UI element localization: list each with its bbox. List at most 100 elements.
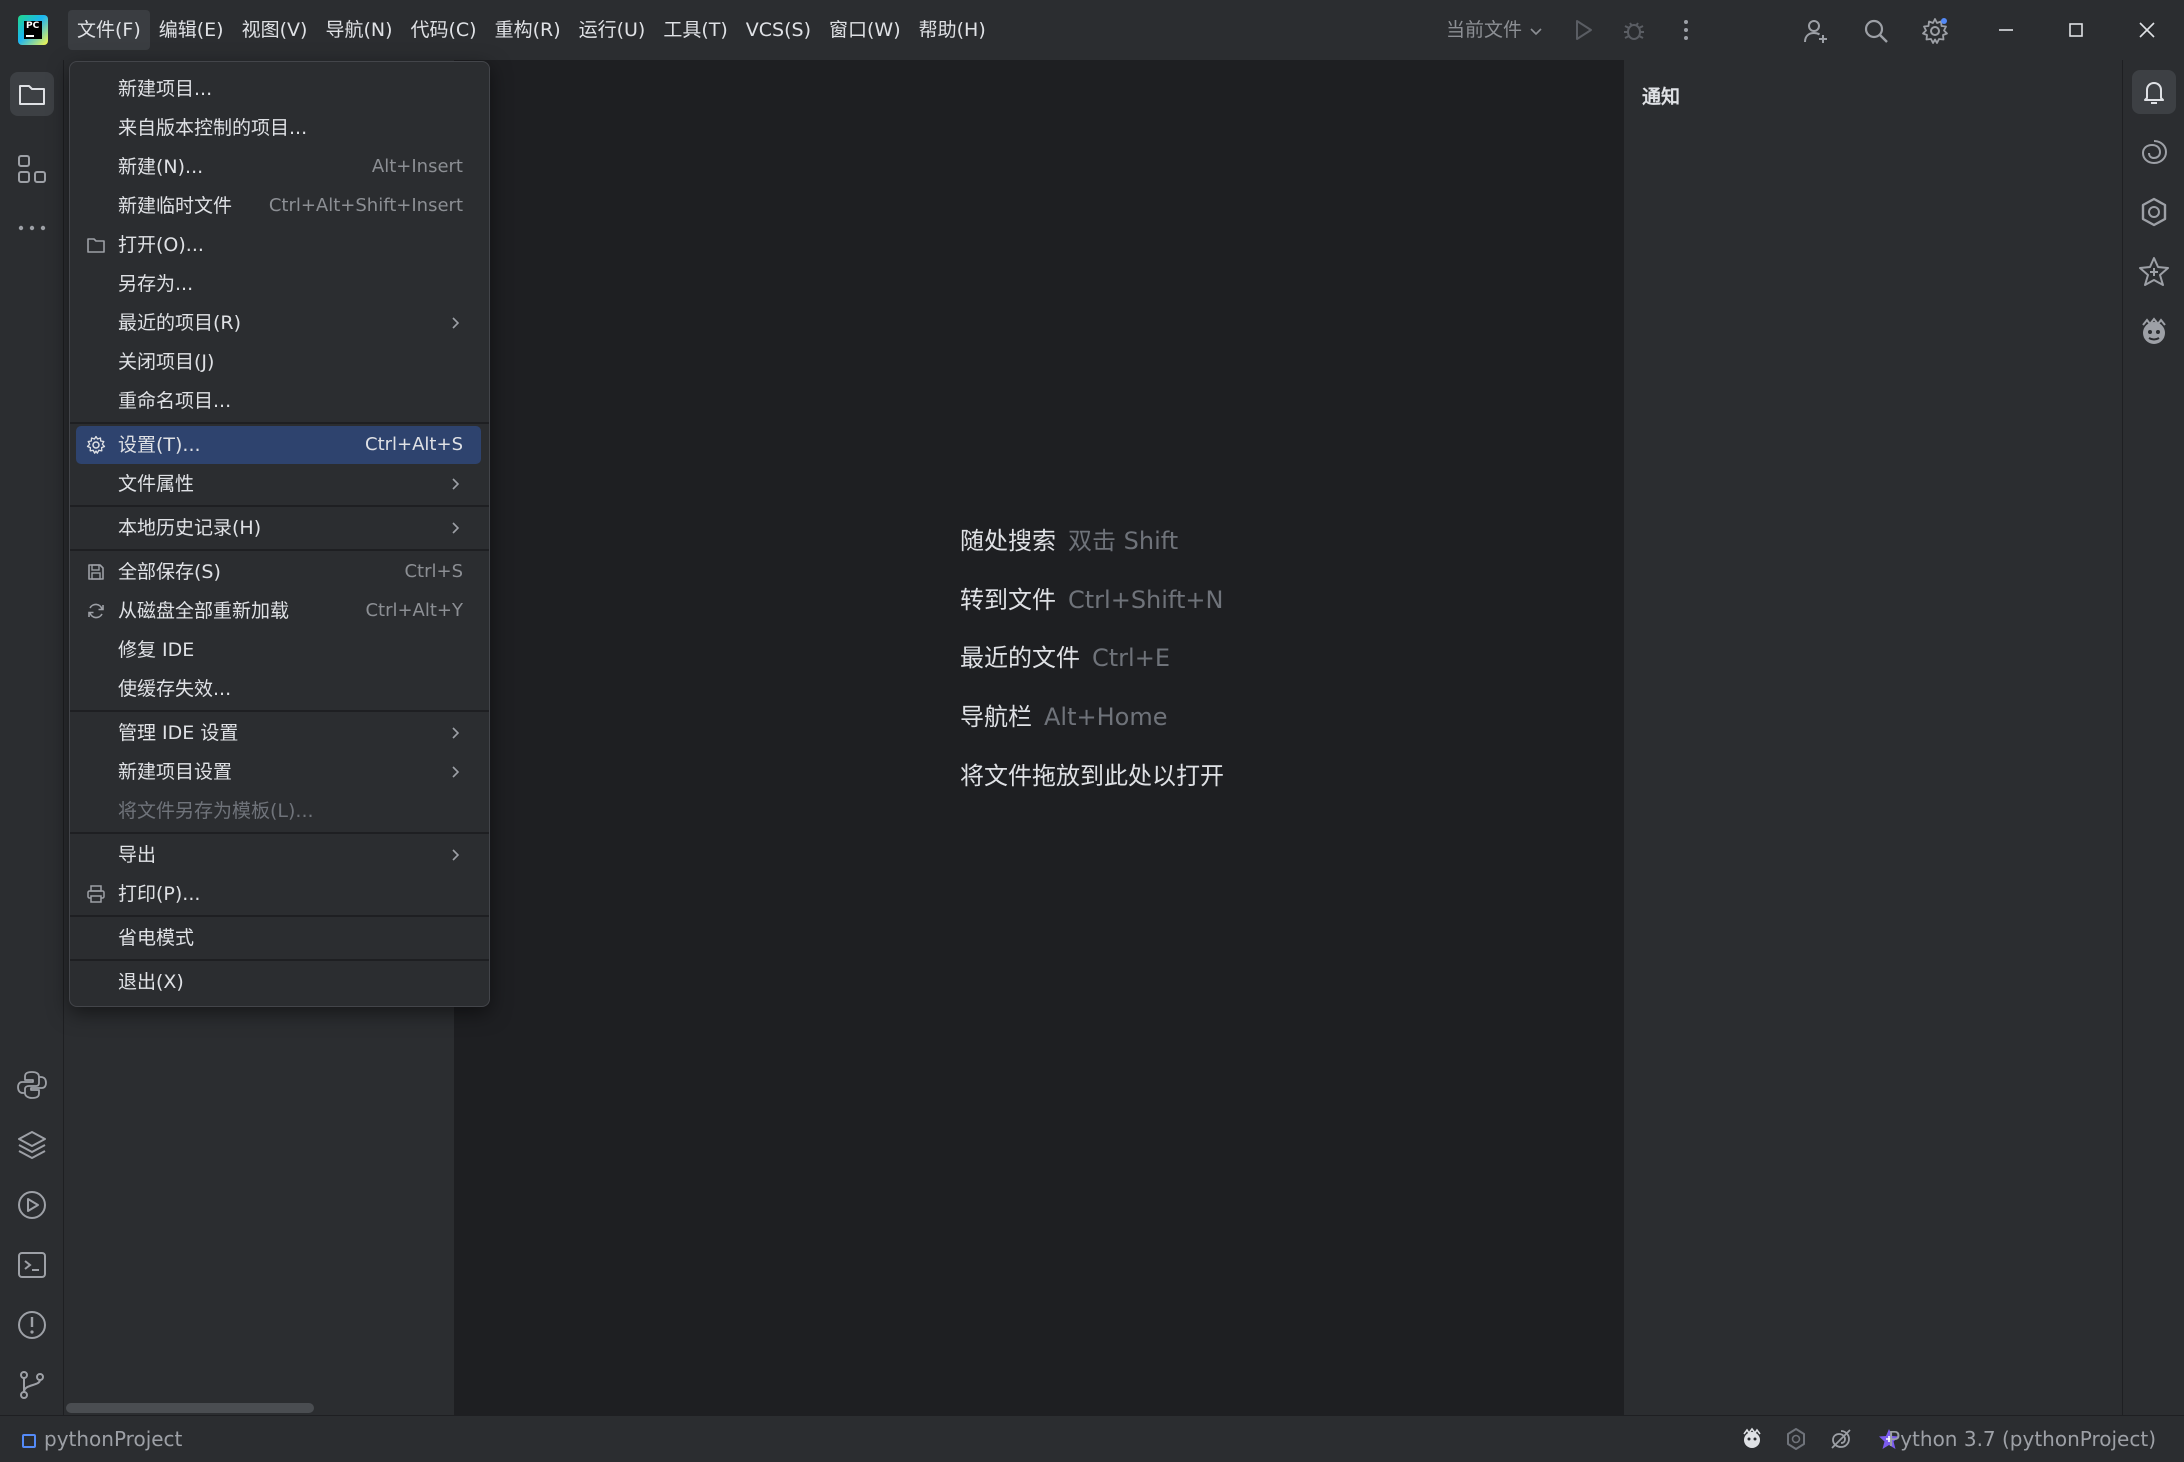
run-config-selector[interactable]: 当前文件 — [1446, 10, 1544, 50]
menu-separator — [70, 832, 489, 834]
status-bar: pythonProject Python 3.7 (pythonProject) — [0, 1415, 2184, 1462]
terminal-icon[interactable] — [15, 1248, 49, 1282]
copilot-star-icon[interactable] — [2137, 255, 2171, 289]
more-actions-icon[interactable] — [1673, 17, 1699, 43]
menu-separator — [70, 959, 489, 961]
file-menu-new-project[interactable]: 新建项目... — [76, 70, 481, 108]
menu-item-label: 来自版本控制的项目... — [118, 117, 308, 139]
file-menu-new-scratch-file[interactable]: 新建临时文件 Ctrl+Alt+Shift+Insert — [76, 187, 481, 225]
menu-item-label: 新建项目... — [118, 78, 213, 100]
file-menu-file-properties[interactable]: 文件属性 — [76, 465, 481, 503]
status-project-widget[interactable]: pythonProject — [22, 1416, 182, 1462]
hint-recent-files: 最近的文件 Ctrl+E — [960, 638, 1170, 673]
menu-item-label: 省电模式 — [118, 927, 195, 949]
menu-item-label: 新建(N)... — [118, 156, 204, 178]
chevron-down-icon — [1528, 23, 1544, 39]
left-tool-strip — [0, 60, 64, 1415]
hint-shortcut: 双击 Shift — [1068, 527, 1179, 555]
file-menu-settings[interactable]: 设置(T)... Ctrl+Alt+S — [76, 426, 481, 464]
file-menu-invalidate-caches[interactable]: 使缓存失效... — [76, 670, 481, 708]
hint-label: 导航栏 — [960, 703, 1032, 731]
debug-icon[interactable] — [1621, 17, 1647, 43]
pycharm-logo-icon[interactable]: PC — [18, 15, 48, 45]
python-interpreter-selector[interactable]: Python 3.7 (pythonProject) — [1888, 1416, 2156, 1462]
file-menu-new[interactable]: 新建(N)... Alt+Insert — [76, 148, 481, 186]
minimize-icon[interactable] — [1991, 15, 2021, 45]
menu-code[interactable]: 代码(C) — [401, 10, 485, 50]
menu-item-label: 文件属性 — [118, 473, 195, 495]
file-menu-close-project[interactable]: 关闭项目(J) — [76, 343, 481, 381]
settings-gear-icon[interactable] — [1921, 17, 1949, 45]
chevron-right-icon — [447, 847, 463, 863]
menu-item-label: 关闭项目(J) — [118, 351, 215, 373]
menu-item-label: 新建临时文件 — [118, 195, 233, 217]
maximize-icon[interactable] — [2061, 15, 2091, 45]
mascot-face-icon[interactable] — [2137, 315, 2171, 349]
plugin-hexagon-icon[interactable] — [2137, 195, 2171, 229]
menu-item-label: 从磁盘全部重新加载 — [118, 600, 290, 622]
services-run-icon[interactable] — [15, 1188, 49, 1222]
menu-run[interactable]: 运行(U) — [570, 10, 655, 50]
menu-tools[interactable]: 工具(T) — [654, 10, 736, 50]
python-packages-icon[interactable] — [15, 1128, 49, 1162]
file-menu-reload-all[interactable]: 从磁盘全部重新加载 Ctrl+Alt+Y — [76, 592, 481, 630]
file-menu-exit[interactable]: 退出(X) — [76, 963, 481, 1001]
menu-item-label: 导出 — [118, 844, 157, 866]
file-menu-export[interactable]: 导出 — [76, 836, 481, 874]
menu-item-shortcut: Ctrl+S — [404, 561, 463, 582]
menu-window[interactable]: 窗口(W) — [820, 10, 910, 50]
menu-view[interactable]: 视图(V) — [233, 10, 317, 50]
file-menu-new-project-settings[interactable]: 新建项目设置 — [76, 753, 481, 791]
menu-refactor[interactable]: 重构(R) — [486, 10, 570, 50]
menu-item-label: 本地历史记录(H) — [118, 517, 262, 539]
ai-disabled-icon[interactable] — [1829, 1427, 1853, 1451]
file-menu-print[interactable]: 打印(P)... — [76, 875, 481, 913]
bell-notifications-icon[interactable] — [2132, 70, 2176, 114]
file-menu-open[interactable]: 打开(O)... — [76, 226, 481, 264]
more-tools-icon[interactable] — [15, 211, 49, 245]
menu-file[interactable]: 文件(F) — [68, 10, 150, 50]
file-menu-recent-projects[interactable]: 最近的项目(R) — [76, 304, 481, 342]
notifications-panel: 通知 — [1622, 60, 2122, 1415]
ai-assistant-spiral-icon[interactable] — [2137, 135, 2171, 169]
menu-vcs[interactable]: VCS(S) — [737, 10, 820, 50]
file-menu-save-all[interactable]: 全部保存(S) Ctrl+S — [76, 553, 481, 591]
menu-separator — [70, 549, 489, 551]
chevron-right-icon — [447, 315, 463, 331]
menu-edit[interactable]: 编辑(E) — [150, 10, 233, 50]
hint-search-everywhere: 随处搜索 双击 Shift — [960, 521, 1178, 556]
structure-icon[interactable] — [15, 152, 49, 186]
file-menu-repair-ide[interactable]: 修复 IDE — [76, 631, 481, 669]
git-branch-icon[interactable] — [15, 1368, 49, 1402]
file-menu-power-save-mode[interactable]: 省电模式 — [76, 919, 481, 957]
plugin-status-icon[interactable] — [1784, 1427, 1808, 1451]
menu-item-label: 使缓存失效... — [118, 678, 232, 700]
project-folder-icon[interactable] — [10, 72, 54, 116]
menu-item-label: 打开(O)... — [118, 234, 204, 256]
hint-shortcut: Ctrl+Shift+N — [1068, 586, 1224, 614]
menu-item-label: 新建项目设置 — [118, 761, 233, 783]
mascot-status-icon[interactable] — [1740, 1427, 1764, 1451]
close-icon[interactable] — [2132, 15, 2162, 45]
file-menu-local-history[interactable]: 本地历史记录(H) — [76, 509, 481, 547]
horizontal-scrollbar[interactable] — [66, 1403, 314, 1413]
python-console-icon[interactable] — [15, 1068, 49, 1102]
add-user-icon[interactable] — [1802, 17, 1830, 45]
file-menu-rename-project[interactable]: 重命名项目... — [76, 382, 481, 420]
menu-help[interactable]: 帮助(H) — [910, 10, 995, 50]
menu-navigate[interactable]: 导航(N) — [316, 10, 401, 50]
reload-icon — [86, 601, 106, 621]
file-menu-save-as[interactable]: 另存为... — [76, 265, 481, 303]
menu-item-label: 将文件另存为模板(L)... — [118, 800, 314, 822]
hint-shortcut: Ctrl+E — [1092, 644, 1170, 672]
run-icon[interactable] — [1570, 17, 1596, 43]
problems-icon[interactable] — [15, 1308, 49, 1342]
print-icon — [86, 884, 106, 904]
hint-drop-files: 将文件拖放到此处以打开 — [960, 756, 1224, 791]
search-icon[interactable] — [1862, 17, 1890, 45]
menu-separator — [70, 915, 489, 917]
file-menu-project-from-vcs[interactable]: 来自版本控制的项目... — [76, 109, 481, 147]
menu-item-label: 另存为... — [118, 273, 194, 295]
file-menu-manage-ide-settings[interactable]: 管理 IDE 设置 — [76, 714, 481, 752]
hint-goto-file: 转到文件 Ctrl+Shift+N — [960, 580, 1223, 615]
